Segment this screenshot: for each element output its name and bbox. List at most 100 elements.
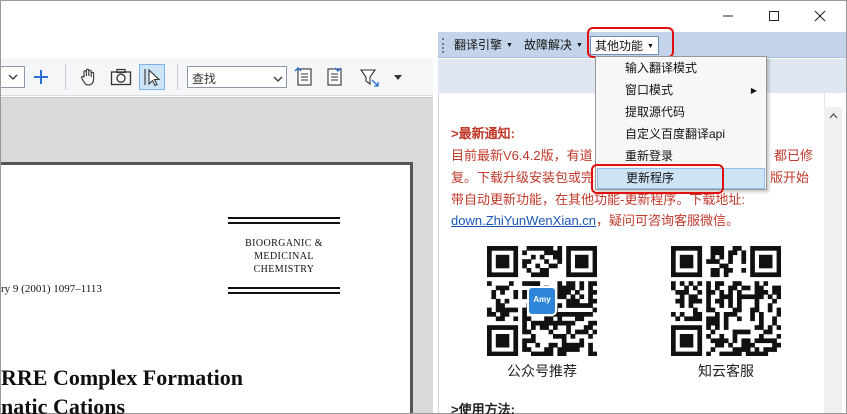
maximize-icon: [769, 11, 779, 21]
find-dropdown[interactable]: 查找: [187, 66, 287, 88]
qr-module: [754, 325, 760, 330]
qr-module: [715, 285, 720, 291]
snapshot-button[interactable]: [108, 64, 134, 90]
qr-module: [575, 259, 580, 264]
zoom-dropdown[interactable]: [1, 66, 25, 88]
qr-module: [487, 263, 492, 269]
qr-module: [763, 281, 769, 286]
document-viewer[interactable]: BIOORGANIC & MEDICINAL CHEMISTRY ry 9 (2…: [1, 97, 433, 414]
menu-item-input-translate-mode[interactable]: 输入翻译模式: [597, 58, 765, 79]
qr-module: [728, 312, 733, 317]
qr-module: [706, 325, 711, 330]
qr-module: [557, 285, 563, 291]
qr-module: [759, 312, 764, 317]
qr-module: [688, 334, 694, 339]
qr-module: [715, 281, 720, 286]
qr-module: [719, 342, 725, 348]
qr-module: [675, 298, 681, 304]
qr-module: [697, 259, 703, 264]
qr-module: [495, 325, 501, 330]
qr-module: [509, 246, 514, 251]
chevron-down-icon: [8, 74, 17, 80]
maximize-button[interactable]: [751, 1, 797, 31]
qr-module: [723, 294, 729, 300]
qr-module: [688, 263, 694, 269]
qr-module: [495, 298, 501, 304]
scroll-up-button[interactable]: [824, 107, 842, 125]
qr-module: [728, 351, 733, 356]
qr-module: [487, 246, 492, 251]
qr-module: [728, 303, 733, 308]
qr-module: [763, 254, 769, 260]
find-next-button[interactable]: [322, 64, 348, 90]
qr-module: [566, 312, 571, 317]
qr-module: [575, 312, 580, 317]
qr-module: [561, 320, 567, 326]
qr-module: [671, 351, 676, 356]
qr-module: [728, 290, 733, 295]
window-titlebar: [1, 1, 846, 31]
qr-module: [491, 294, 497, 300]
qr-module: [592, 320, 597, 326]
qr-module: [728, 254, 733, 260]
zoom-in-button[interactable]: [28, 64, 54, 90]
menu-item-extract-source[interactable]: 提取源代码: [597, 102, 765, 123]
filter-button[interactable]: [357, 64, 383, 90]
find-previous-button[interactable]: [291, 64, 317, 90]
qr-module: [487, 307, 492, 313]
menu-item-window-mode[interactable]: 窗口模式 ▶: [597, 80, 765, 101]
menu-troubleshoot[interactable]: 故障解决 ▼: [520, 36, 587, 55]
qr-module: [671, 334, 676, 339]
qr-module: [679, 298, 685, 304]
download-link[interactable]: down.ZhiYunWenXian.cn: [451, 213, 596, 228]
qr-module: [557, 351, 563, 356]
qr-module: [688, 254, 694, 260]
close-button[interactable]: [797, 1, 843, 31]
qr-module: [671, 254, 676, 260]
qr-module: [588, 294, 593, 300]
minimize-button[interactable]: [705, 1, 751, 31]
qr-module: [750, 259, 755, 264]
qr-module: [513, 316, 519, 322]
qr-module: [592, 263, 597, 269]
qr-module: [737, 290, 742, 295]
notice-heading: >最新通知:: [451, 126, 515, 141]
qr-module: [588, 285, 593, 291]
qr-module: [588, 272, 593, 278]
qr-module: [570, 298, 576, 304]
menu-translate-engine[interactable]: 翻译引擎 ▼: [450, 36, 517, 55]
qr-module: [526, 259, 532, 264]
qr-module: [570, 294, 576, 300]
qr-module: [553, 320, 558, 326]
qr-module: [570, 246, 576, 251]
qr-module: [522, 316, 527, 322]
qr-module: [513, 290, 519, 295]
qr-module: [575, 347, 580, 352]
qr-module: [522, 259, 527, 264]
qr-module: [732, 281, 738, 286]
qr-module: [557, 320, 563, 326]
qr-module: [759, 351, 764, 356]
qr-module: [579, 342, 585, 348]
filter-dropdown-button[interactable]: [385, 64, 411, 90]
menu-item-custom-baidu-api[interactable]: 自定义百度翻译api: [597, 124, 765, 145]
select-tool-button[interactable]: [139, 64, 165, 90]
qr-module: [750, 307, 755, 313]
qr-module: [719, 303, 725, 308]
qr-module: [588, 334, 593, 339]
hand-tool-button[interactable]: [75, 64, 101, 90]
pdf-page[interactable]: BIOORGANIC & MEDICINAL CHEMISTRY ry 9 (2…: [1, 162, 413, 414]
qr-module: [671, 338, 676, 344]
qr-module: [495, 303, 501, 308]
grip-handle[interactable]: [442, 38, 445, 53]
qr-module: [772, 316, 777, 322]
panel-scrollbar[interactable]: [824, 107, 842, 413]
qr-module: [592, 254, 597, 260]
qr-module: [548, 320, 554, 326]
qr-module: [745, 329, 751, 335]
qr-module: [741, 250, 747, 256]
qr-module: [526, 316, 532, 322]
qr-module: [539, 246, 545, 251]
qr-module: [575, 254, 580, 260]
journal-rule: [228, 217, 340, 219]
